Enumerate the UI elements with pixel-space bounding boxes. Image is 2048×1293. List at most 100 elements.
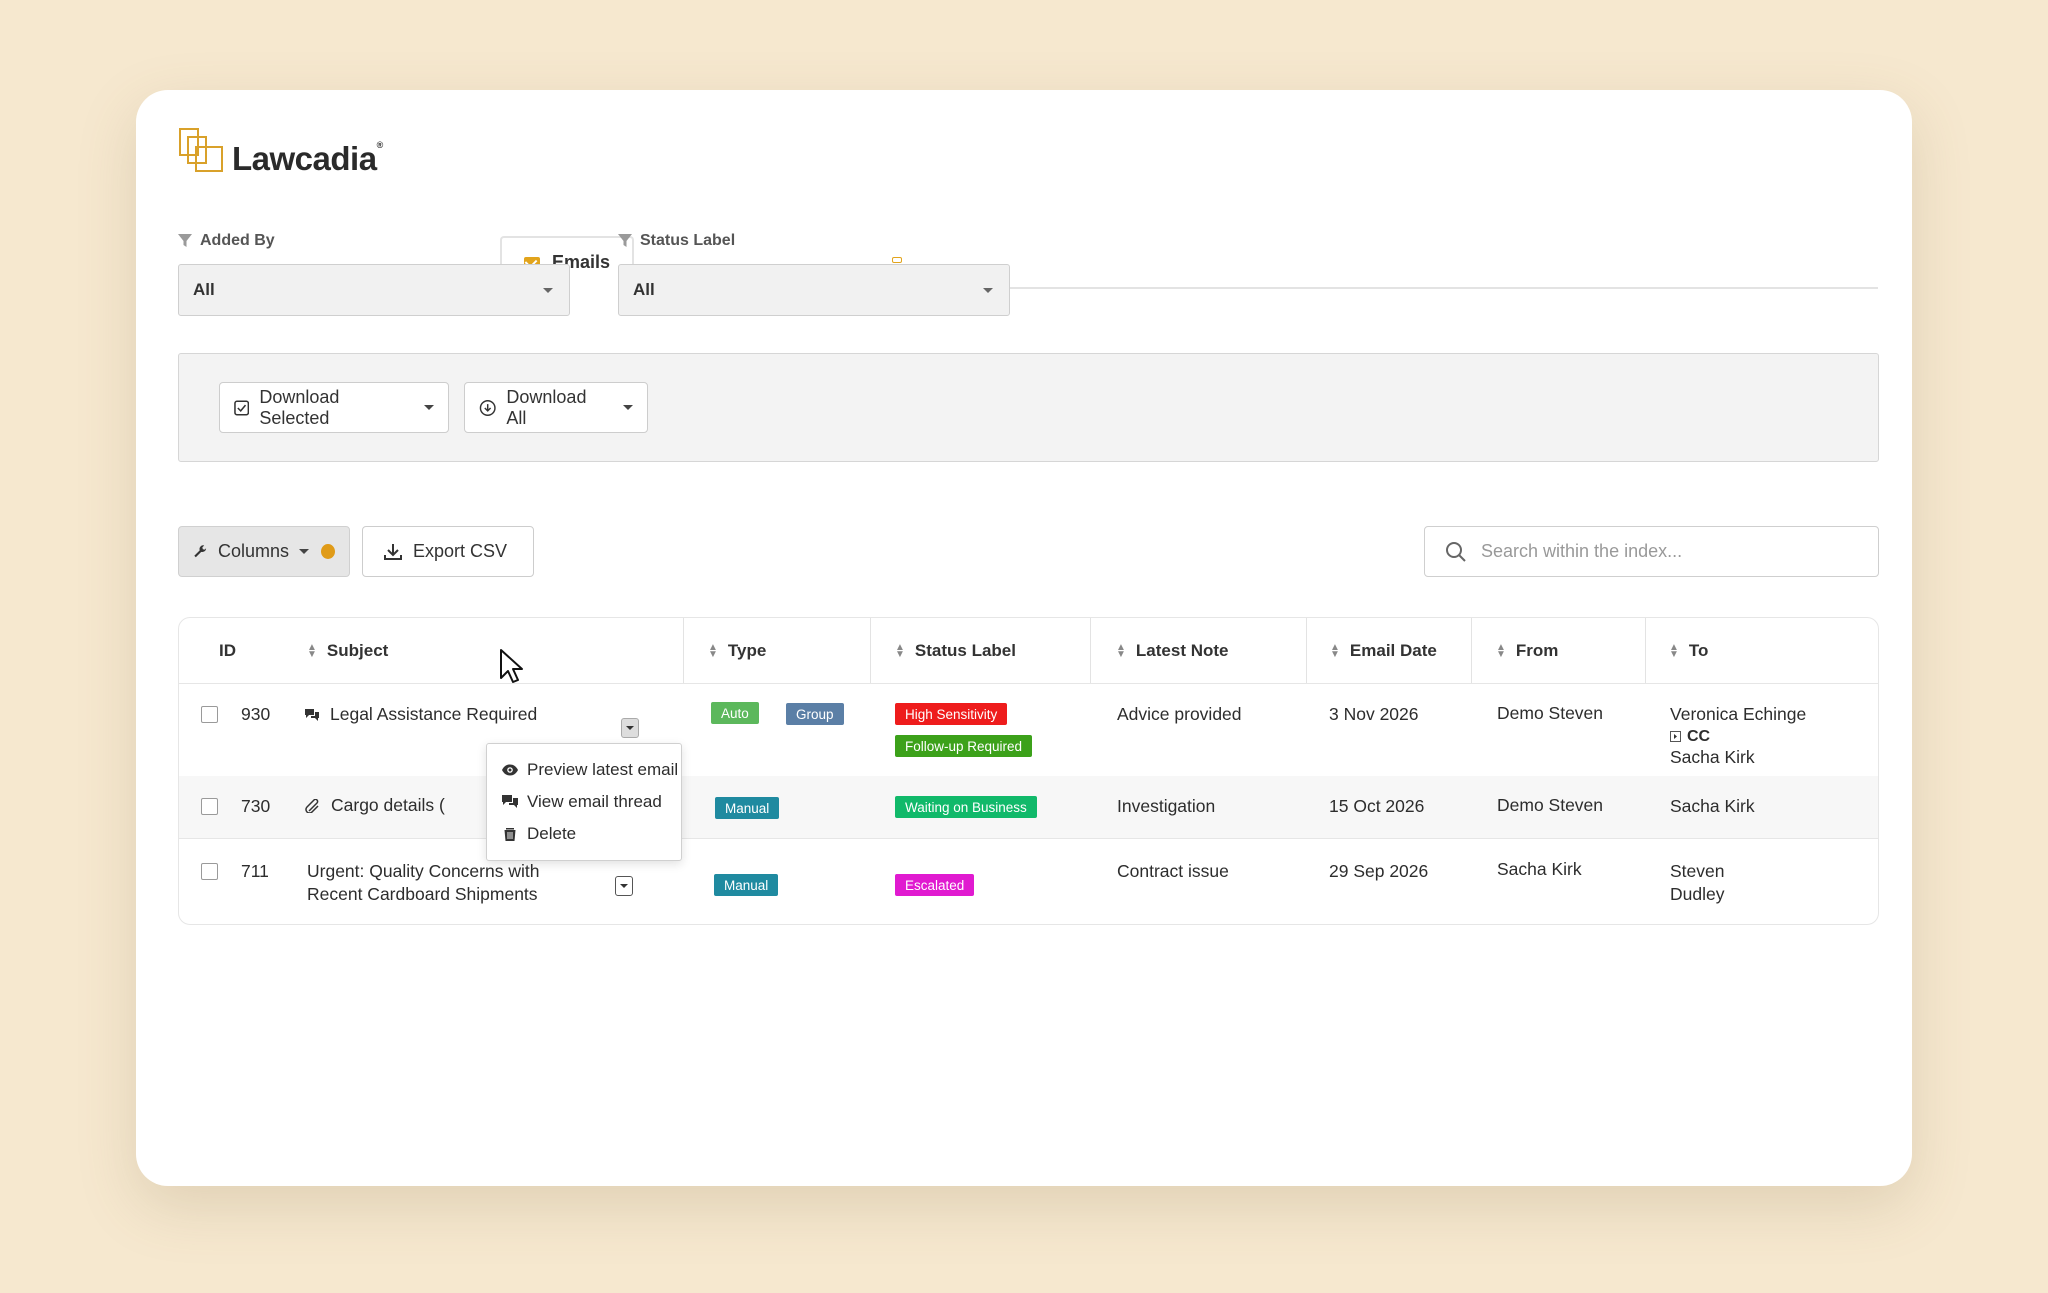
status-badge: Escalated xyxy=(895,874,975,896)
chevron-down-icon xyxy=(424,405,434,410)
row-actions-menu: Preview latest email View email thread D… xyxy=(486,743,682,861)
lawcadia-logo-icon xyxy=(179,128,223,172)
column-header-to[interactable]: ▲ ▼ To xyxy=(1669,618,1708,683)
checkbox-checked-icon xyxy=(234,400,250,415)
email-table: ID ▲ ▼ Subject ▲ ▼ Type ▲ ▼ Status Label ▲ ▼ Lat… xyxy=(178,617,1879,925)
row-divider xyxy=(179,838,1878,839)
row-actions-dropdown[interactable] xyxy=(615,876,633,896)
row-from: Demo Steven xyxy=(1497,795,1604,815)
filter-label: Added By xyxy=(178,232,275,250)
export-csv-button[interactable]: Export CSV xyxy=(362,526,534,577)
app-name: Lawcadia® xyxy=(232,140,383,177)
chevron-down-icon xyxy=(983,288,993,293)
added-by-select[interactable]: All xyxy=(178,264,570,316)
download-all-button[interactable]: Download All xyxy=(464,382,648,433)
subject-line: Recent Cardboard Shipments xyxy=(307,884,538,904)
cc-toggle[interactable]: CC xyxy=(1670,725,1710,748)
row-latest-note: Investigation xyxy=(1117,796,1216,816)
type-tag: Manual xyxy=(715,797,780,819)
column-separator xyxy=(1471,618,1472,683)
search-box xyxy=(1424,526,1879,577)
column-header-type[interactable]: ▲ ▼ Type xyxy=(708,618,766,683)
sort-icon: ▲ ▼ xyxy=(708,641,718,660)
trash-icon xyxy=(504,828,516,841)
app-window: Lawcadia® Emails Added By All Status Lab… xyxy=(136,90,1912,1186)
chevron-down-icon xyxy=(298,549,309,554)
download-selected-button[interactable]: Download Selected xyxy=(219,382,449,433)
wrench-icon xyxy=(194,544,207,557)
download-panel: Download Selected Download All xyxy=(178,353,1879,462)
download-icon xyxy=(384,543,402,560)
sort-icon: ▲ ▼ xyxy=(1330,641,1340,660)
row-actions-dropdown[interactable] xyxy=(621,718,639,738)
row-subject[interactable]: Urgent: Quality Concerns with Recent Car… xyxy=(307,860,539,906)
search-input[interactable] xyxy=(1481,541,1841,562)
columns-button[interactable]: Columns xyxy=(178,526,350,577)
row-email-date: 3 Nov 2026 xyxy=(1329,704,1419,724)
status-badge: Waiting on Business xyxy=(895,796,1037,818)
subject-line: Urgent: Quality Concerns with xyxy=(307,861,540,881)
row-email-date: 29 Sep 2026 xyxy=(1329,861,1429,881)
status-label-select[interactable]: All xyxy=(618,264,1010,316)
chat-bubbles-icon xyxy=(305,709,319,721)
eye-icon xyxy=(502,764,518,776)
row-checkbox[interactable] xyxy=(201,863,218,880)
row-latest-note: Contract issue xyxy=(1117,861,1229,881)
row-subject[interactable]: Cargo details ( xyxy=(305,794,445,817)
row-checkbox[interactable] xyxy=(201,706,218,723)
download-circle-icon xyxy=(479,399,496,416)
row-cc: Sacha Kirk xyxy=(1670,747,1755,767)
row-from: Demo Steven xyxy=(1497,703,1604,723)
sort-icon: ▲ ▼ xyxy=(895,641,905,660)
type-tag: Auto xyxy=(711,702,759,724)
search-icon xyxy=(1446,541,1466,562)
column-header-from[interactable]: ▲ ▼ From xyxy=(1496,618,1558,683)
column-separator xyxy=(683,618,684,683)
row-to: Veronica Echinge xyxy=(1670,704,1807,724)
menu-item-view-email-thread[interactable]: View email thread xyxy=(487,786,681,818)
row-subject[interactable]: Legal Assistance Required xyxy=(304,703,537,726)
sort-icon: ▲ ▼ xyxy=(307,641,317,660)
to-line: Dudley xyxy=(1670,884,1725,904)
paperclip-icon xyxy=(305,799,319,813)
chevron-down-icon xyxy=(543,288,553,293)
column-separator xyxy=(1306,618,1307,683)
app-logo: Lawcadia® xyxy=(178,126,383,178)
funnel-icon xyxy=(178,234,192,247)
column-separator xyxy=(1645,618,1646,683)
to-line: Steven xyxy=(1670,861,1725,881)
column-header-id[interactable]: ID xyxy=(219,618,236,683)
chevron-down-icon xyxy=(623,405,633,410)
row-latest-note: Advice provided xyxy=(1117,704,1242,724)
expand-icon xyxy=(1670,731,1681,742)
column-header-latest-note[interactable]: ▲ ▼ Latest Note xyxy=(1116,618,1228,683)
select-value: All xyxy=(193,280,215,299)
row-id: 730 xyxy=(241,796,271,816)
chat-bubbles-icon xyxy=(502,795,518,808)
row-checkbox[interactable] xyxy=(201,798,218,815)
filter-added-by: Added By All xyxy=(178,232,570,316)
row-email-date: 15 Oct 2026 xyxy=(1329,796,1425,816)
mouse-cursor-icon xyxy=(500,649,523,683)
menu-item-preview-latest-email[interactable]: Preview latest email xyxy=(487,754,681,786)
sort-icon: ▲ ▼ xyxy=(1669,641,1679,660)
row-to: Steven Dudley xyxy=(1670,860,1724,906)
row-id: 930 xyxy=(241,704,271,724)
column-header-subject[interactable]: ▲ ▼ Subject xyxy=(307,618,388,683)
funnel-icon xyxy=(618,234,632,247)
menu-item-delete[interactable]: Delete xyxy=(487,818,681,850)
status-badge: High Sensitivity xyxy=(895,703,1008,725)
filter-label: Status Label xyxy=(618,232,735,250)
row-to: Sacha Kirk xyxy=(1670,796,1755,816)
column-separator xyxy=(870,618,871,683)
column-header-status-label[interactable]: ▲ ▼ Status Label xyxy=(895,618,1016,683)
column-separator xyxy=(1090,618,1091,683)
sort-icon: ▲ ▼ xyxy=(1496,641,1506,660)
column-header-email-date[interactable]: ▲ ▼ Email Date xyxy=(1330,618,1437,683)
row-id: 711 xyxy=(241,861,269,881)
filter-status-label: Status Label All xyxy=(618,232,1010,316)
type-tag: Group xyxy=(786,703,844,725)
header-divider xyxy=(179,683,1878,684)
row-from: Sacha Kirk xyxy=(1497,859,1582,879)
tab-marker-icon xyxy=(892,257,902,263)
